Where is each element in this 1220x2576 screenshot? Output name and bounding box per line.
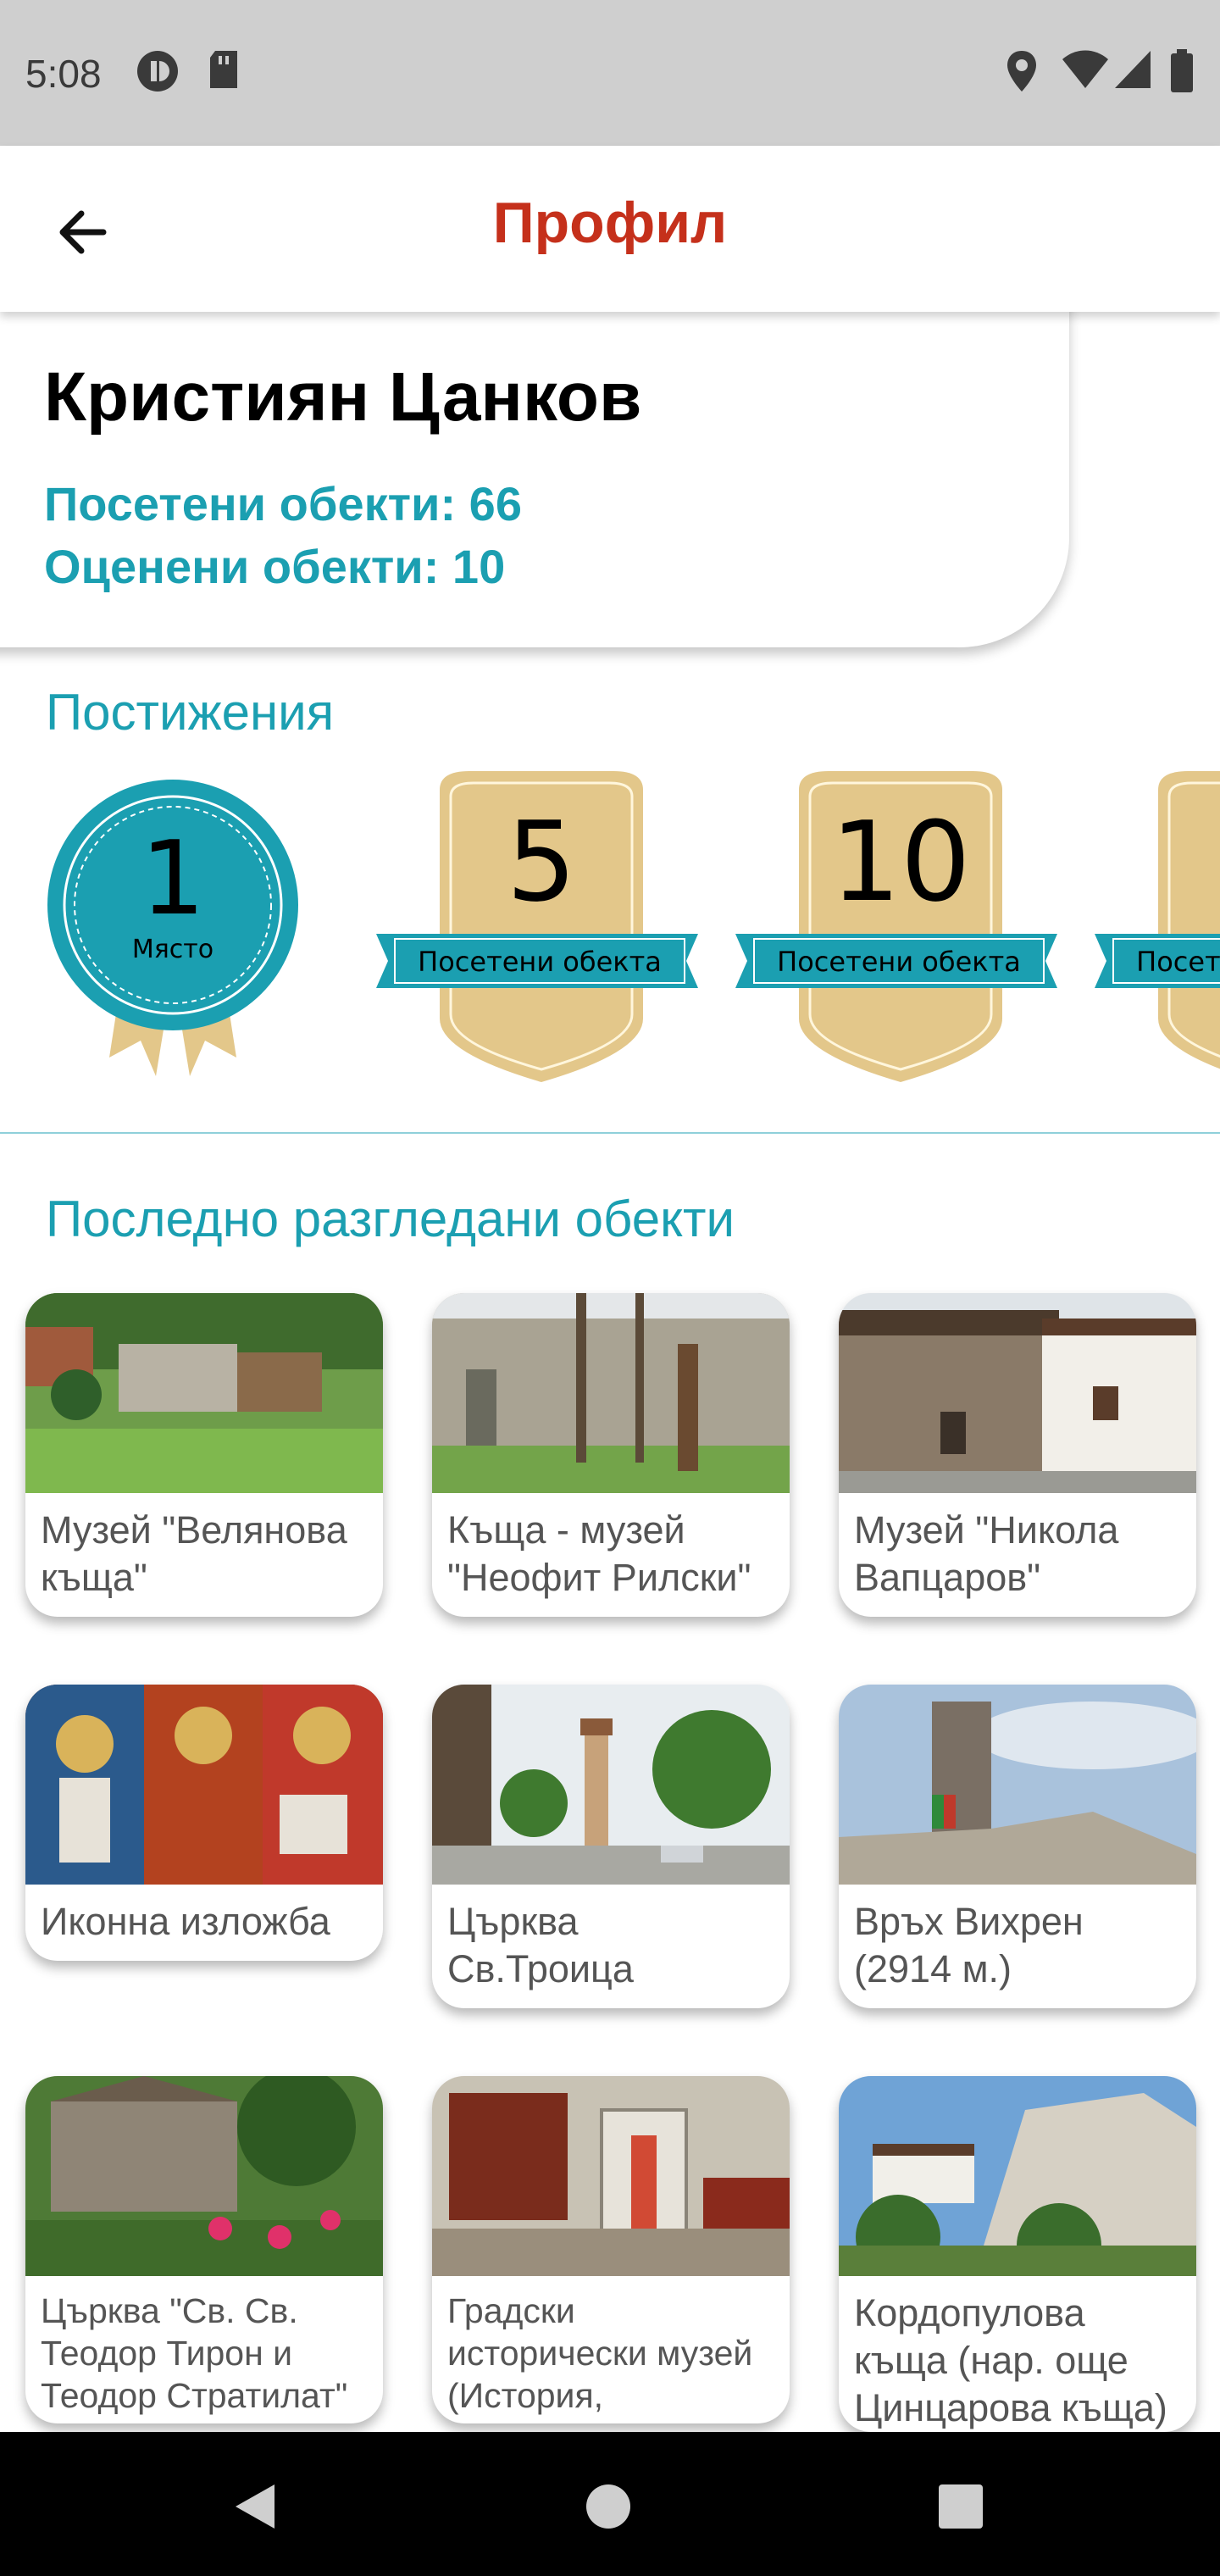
object-photo	[432, 1293, 790, 1493]
status-bar: 5:08	[0, 0, 1220, 146]
recent-title: Последно разгледани обекти	[46, 1191, 735, 1247]
visited-20-badge[interactable]: 2 Посетени обекта	[1095, 764, 1220, 1085]
badge-label: Посетени обекта	[1136, 946, 1220, 978]
object-card[interactable]: Връх Вихрен (2914 м.)	[839, 1685, 1196, 2008]
object-title: Църква Св.Троица	[447, 1900, 634, 1990]
object-photo	[432, 1685, 790, 1885]
visited-10-badge[interactable]: 10 Посетени обекта	[735, 764, 1066, 1085]
object-photo	[839, 2076, 1196, 2276]
nav-back-icon[interactable]	[230, 2481, 278, 2532]
page-title: Профил	[492, 191, 728, 255]
visited-count: Посетени обекти: 66	[44, 477, 522, 530]
user-name: Кристиян Цанков	[44, 358, 642, 436]
object-card[interactable]: Иконна изложба	[25, 1685, 383, 1961]
signal-icon	[1115, 51, 1151, 88]
object-photo	[25, 1685, 383, 1885]
rank-badge[interactable]: 1 Място	[46, 778, 300, 1083]
object-photo	[839, 1685, 1196, 1885]
object-photo	[839, 1293, 1196, 1493]
object-photo	[432, 2076, 790, 2276]
rank-number: 1	[141, 820, 205, 938]
wifi-icon	[1062, 50, 1108, 88]
object-title: Музей "Велянова къща"	[41, 1508, 347, 1599]
visited-5-badge[interactable]: 5 Посетени обекта	[376, 764, 707, 1085]
object-title: Връх Вихрен (2914 м.)	[854, 1900, 1084, 1990]
object-card[interactable]: Църква Св.Троица	[432, 1685, 790, 2008]
app-bar: Профил	[0, 146, 1220, 312]
sd-card-icon	[210, 51, 237, 88]
battery-icon	[1171, 49, 1193, 92]
object-card[interactable]: Градски исторически музей (История,	[432, 2076, 790, 2423]
object-title: Кордопулова къща (нар. още Цинцарова къщ…	[854, 2291, 1167, 2429]
object-title: Музей "Никола Вапцаров"	[854, 1508, 1119, 1599]
object-title: Къща - музей "Неофит Рилски"	[447, 1508, 751, 1599]
object-card[interactable]: Църква "Св. Св. Теодор Тирон и Теодор Ст…	[25, 2076, 383, 2423]
rated-count: Оценени обекти: 10	[44, 540, 506, 593]
object-card[interactable]: Музей "Велянова къща"	[25, 1293, 383, 1617]
object-card[interactable]: Музей "Никола Вапцаров"	[839, 1293, 1196, 1617]
privacy-icon	[137, 51, 178, 92]
object-card[interactable]: Кордопулова къща (нар. още Цинцарова къщ…	[839, 2076, 1196, 2432]
badge-label: Посетени обекта	[777, 946, 1021, 978]
achievements-title: Постижения	[46, 684, 335, 741]
object-title: Църква "Св. Св. Теодор Тирон и Теодор Ст…	[41, 2291, 348, 2415]
object-photo	[25, 1293, 383, 1493]
badge-number: 5	[507, 797, 577, 926]
nav-home-icon[interactable]	[585, 2483, 632, 2530]
profile-card: Кристиян Цанков Посетени обекти: 66 Оцен…	[0, 288, 1069, 647]
rank-label: Място	[132, 935, 214, 964]
status-time: 5:08	[25, 52, 102, 96]
badge-number: 10	[830, 797, 970, 926]
object-title: Градски исторически музей (История,	[447, 2291, 753, 2415]
navigation-bar	[0, 2432, 1220, 2576]
object-title: Иконна изложба	[41, 1900, 330, 1943]
object-photo	[25, 2076, 383, 2276]
badge-label: Посетени обекта	[418, 946, 662, 978]
location-icon	[1007, 51, 1036, 92]
nav-recents-icon[interactable]	[937, 2483, 984, 2530]
object-card[interactable]: Къща - музей "Неофит Рилски"	[432, 1293, 790, 1617]
section-divider	[0, 1132, 1220, 1134]
